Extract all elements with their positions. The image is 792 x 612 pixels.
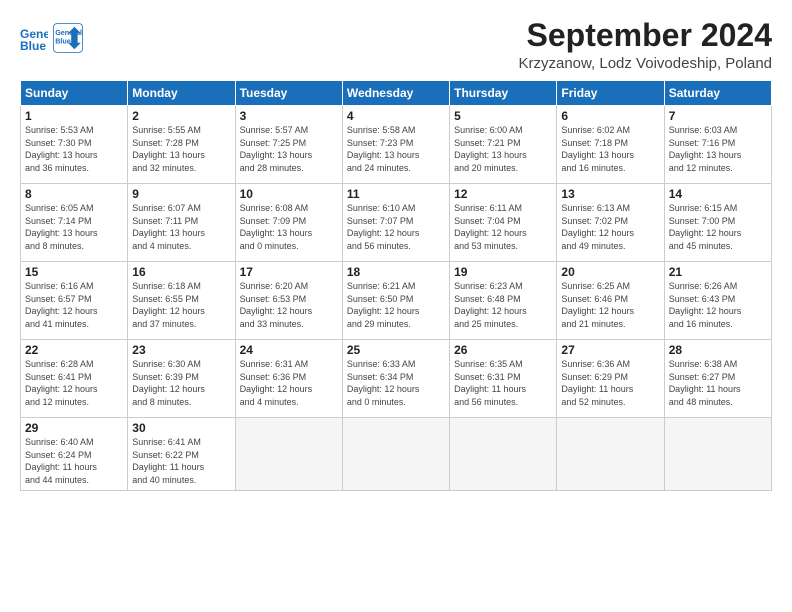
calendar-week-3: 15Sunrise: 6:16 AMSunset: 6:57 PMDayligh… — [21, 262, 772, 340]
calendar-header-monday: Monday — [128, 81, 235, 106]
calendar-day-12: 12Sunrise: 6:11 AMSunset: 7:04 PMDayligh… — [450, 184, 557, 262]
calendar-day-25: 25Sunrise: 6:33 AMSunset: 6:34 PMDayligh… — [342, 340, 449, 418]
calendar-day-2: 2Sunrise: 5:55 AMSunset: 7:28 PMDaylight… — [128, 106, 235, 184]
calendar-day-23: 23Sunrise: 6:30 AMSunset: 6:39 PMDayligh… — [128, 340, 235, 418]
calendar-day-27: 27Sunrise: 6:36 AMSunset: 6:29 PMDayligh… — [557, 340, 664, 418]
calendar-day-4: 4Sunrise: 5:58 AMSunset: 7:23 PMDaylight… — [342, 106, 449, 184]
calendar-week-2: 8Sunrise: 6:05 AMSunset: 7:14 PMDaylight… — [21, 184, 772, 262]
calendar-day-1: 1Sunrise: 5:53 AMSunset: 7:30 PMDaylight… — [21, 106, 128, 184]
calendar-empty-cell — [342, 418, 449, 490]
calendar-week-1: 1Sunrise: 5:53 AMSunset: 7:30 PMDaylight… — [21, 106, 772, 184]
calendar-header-thursday: Thursday — [450, 81, 557, 106]
calendar-day-8: 8Sunrise: 6:05 AMSunset: 7:14 PMDaylight… — [21, 184, 128, 262]
calendar-day-3: 3Sunrise: 5:57 AMSunset: 7:25 PMDaylight… — [235, 106, 342, 184]
calendar-week-4: 22Sunrise: 6:28 AMSunset: 6:41 PMDayligh… — [21, 340, 772, 418]
month-title: September 2024 — [519, 18, 773, 53]
calendar-day-19: 19Sunrise: 6:23 AMSunset: 6:48 PMDayligh… — [450, 262, 557, 340]
calendar-header-saturday: Saturday — [664, 81, 771, 106]
calendar-header-tuesday: Tuesday — [235, 81, 342, 106]
calendar-day-18: 18Sunrise: 6:21 AMSunset: 6:50 PMDayligh… — [342, 262, 449, 340]
calendar-day-6: 6Sunrise: 6:02 AMSunset: 7:18 PMDaylight… — [557, 106, 664, 184]
calendar-day-16: 16Sunrise: 6:18 AMSunset: 6:55 PMDayligh… — [128, 262, 235, 340]
header: General Blue General Blue September 2024… — [20, 18, 772, 72]
calendar-day-13: 13Sunrise: 6:13 AMSunset: 7:02 PMDayligh… — [557, 184, 664, 262]
svg-text:Blue: Blue — [55, 37, 71, 46]
calendar-day-9: 9Sunrise: 6:07 AMSunset: 7:11 PMDaylight… — [128, 184, 235, 262]
calendar-empty-cell — [664, 418, 771, 490]
calendar-day-22: 22Sunrise: 6:28 AMSunset: 6:41 PMDayligh… — [21, 340, 128, 418]
calendar-day-11: 11Sunrise: 6:10 AMSunset: 7:07 PMDayligh… — [342, 184, 449, 262]
calendar-day-5: 5Sunrise: 6:00 AMSunset: 7:21 PMDaylight… — [450, 106, 557, 184]
calendar-empty-cell — [450, 418, 557, 490]
logo-icon: General Blue — [20, 24, 48, 52]
calendar-day-10: 10Sunrise: 6:08 AMSunset: 7:09 PMDayligh… — [235, 184, 342, 262]
calendar-header-friday: Friday — [557, 81, 664, 106]
calendar-day-7: 7Sunrise: 6:03 AMSunset: 7:16 PMDaylight… — [664, 106, 771, 184]
calendar-day-20: 20Sunrise: 6:25 AMSunset: 6:46 PMDayligh… — [557, 262, 664, 340]
location-title: Krzyzanow, Lodz Voivodeship, Poland — [519, 55, 773, 72]
calendar-day-15: 15Sunrise: 6:16 AMSunset: 6:57 PMDayligh… — [21, 262, 128, 340]
calendar-table: SundayMondayTuesdayWednesdayThursdayFrid… — [20, 80, 772, 490]
calendar-day-29: 29Sunrise: 6:40 AMSunset: 6:24 PMDayligh… — [21, 418, 128, 490]
logo-svg: General Blue — [52, 22, 84, 54]
calendar-day-28: 28Sunrise: 6:38 AMSunset: 6:27 PMDayligh… — [664, 340, 771, 418]
calendar-day-30: 30Sunrise: 6:41 AMSunset: 6:22 PMDayligh… — [128, 418, 235, 490]
calendar-week-5: 29Sunrise: 6:40 AMSunset: 6:24 PMDayligh… — [21, 418, 772, 490]
calendar-header-sunday: Sunday — [21, 81, 128, 106]
calendar-empty-cell — [235, 418, 342, 490]
calendar-day-14: 14Sunrise: 6:15 AMSunset: 7:00 PMDayligh… — [664, 184, 771, 262]
calendar-header-row: SundayMondayTuesdayWednesdayThursdayFrid… — [21, 81, 772, 106]
calendar-day-21: 21Sunrise: 6:26 AMSunset: 6:43 PMDayligh… — [664, 262, 771, 340]
calendar-empty-cell — [557, 418, 664, 490]
calendar-day-24: 24Sunrise: 6:31 AMSunset: 6:36 PMDayligh… — [235, 340, 342, 418]
logo: General Blue General Blue — [20, 22, 84, 54]
calendar-day-26: 26Sunrise: 6:35 AMSunset: 6:31 PMDayligh… — [450, 340, 557, 418]
calendar-day-17: 17Sunrise: 6:20 AMSunset: 6:53 PMDayligh… — [235, 262, 342, 340]
page: General Blue General Blue September 2024… — [0, 0, 792, 612]
title-block: September 2024 Krzyzanow, Lodz Voivodesh… — [519, 18, 773, 72]
svg-text:Blue: Blue — [20, 39, 46, 52]
calendar-header-wednesday: Wednesday — [342, 81, 449, 106]
